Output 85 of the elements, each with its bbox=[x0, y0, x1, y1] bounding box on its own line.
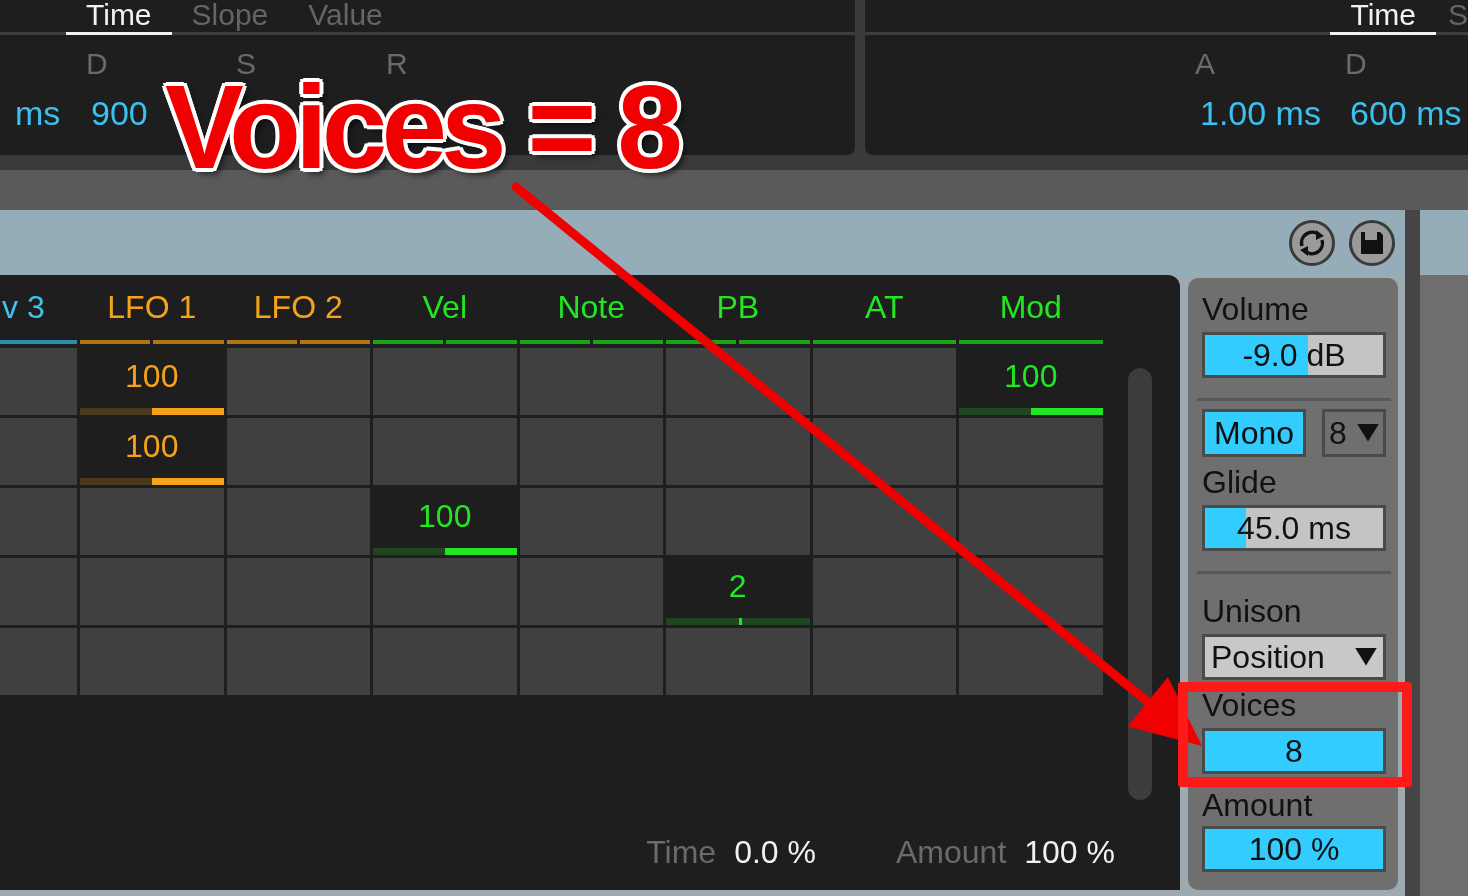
parameter-label: R bbox=[386, 47, 408, 80]
column-header: LFO 2 bbox=[253, 288, 343, 327]
slider-track[interactable] bbox=[959, 408, 1103, 415]
slider-track[interactable] bbox=[80, 408, 224, 415]
matrix-cell[interactable] bbox=[959, 558, 1103, 625]
column-header: LFO 1 bbox=[107, 288, 197, 327]
envelope-tab[interactable]: Time bbox=[66, 0, 172, 35]
parameter-value[interactable]: 900 bbox=[91, 95, 148, 131]
matrix-cell[interactable] bbox=[373, 348, 517, 415]
matrix-cell[interactable] bbox=[959, 628, 1103, 695]
parameter-label: D bbox=[1345, 47, 1367, 80]
matrix-cell[interactable] bbox=[0, 348, 77, 415]
matrix-cell[interactable] bbox=[519, 628, 663, 695]
matrix-cell[interactable] bbox=[812, 488, 956, 555]
device-header-bar bbox=[1420, 210, 1468, 275]
matrix-cell[interactable] bbox=[519, 418, 663, 485]
matrix-cell[interactable] bbox=[812, 558, 956, 625]
modulation-amount: 100 bbox=[125, 357, 179, 396]
matrix-cell[interactable] bbox=[226, 628, 370, 695]
modulation-amount: 100 bbox=[1004, 357, 1058, 396]
parameter-label: Amount bbox=[1202, 788, 1313, 822]
slider-track[interactable] bbox=[666, 618, 810, 625]
matrix-cell[interactable] bbox=[226, 418, 370, 485]
parameter-label: D bbox=[86, 47, 108, 80]
matrix-cell[interactable] bbox=[519, 348, 663, 415]
matrix-cell[interactable] bbox=[812, 348, 956, 415]
voices-slider[interactable]: 8 bbox=[1202, 728, 1386, 774]
parameter-value[interactable]: 600 ms bbox=[1350, 95, 1462, 131]
column-header: Mod bbox=[999, 288, 1062, 327]
parameter-label: A bbox=[1195, 47, 1215, 80]
matrix-cell[interactable] bbox=[812, 628, 956, 695]
column-header: Vel bbox=[422, 288, 467, 327]
matrix-cell[interactable] bbox=[666, 348, 810, 415]
matrix-cell[interactable] bbox=[666, 628, 810, 695]
parameter-label: Glide bbox=[1202, 465, 1277, 499]
matrix-cell[interactable] bbox=[226, 348, 370, 415]
modulation-amount: 2 bbox=[728, 567, 747, 606]
parameter-value[interactable]: 100 % bbox=[1024, 832, 1115, 872]
mono-toggle[interactable]: Mono bbox=[1202, 409, 1306, 457]
parameter-label: Volume bbox=[1202, 292, 1309, 326]
column-header: AT bbox=[865, 288, 904, 327]
matrix-cell[interactable] bbox=[226, 488, 370, 555]
parameter-label: Unison bbox=[1202, 594, 1302, 628]
matrix-cell[interactable] bbox=[0, 558, 77, 625]
slider-track[interactable] bbox=[80, 478, 224, 485]
caret-icon bbox=[1355, 648, 1377, 666]
column-header: v 3 bbox=[1, 288, 45, 327]
matrix-cell[interactable] bbox=[519, 558, 663, 625]
modulation-amount: 100 bbox=[418, 497, 472, 536]
unison-mode-dropdown[interactable]: Position bbox=[1202, 634, 1386, 680]
column-header: Note bbox=[557, 288, 626, 327]
matrix-cell[interactable] bbox=[226, 558, 370, 625]
matrix-cell[interactable] bbox=[373, 558, 517, 625]
voice-count-dropdown[interactable]: 8 bbox=[1322, 409, 1386, 457]
slider-track[interactable] bbox=[373, 548, 517, 555]
matrix-cell[interactable] bbox=[80, 628, 224, 695]
matrix-cell[interactable] bbox=[0, 488, 77, 555]
matrix-cell[interactable] bbox=[373, 418, 517, 485]
envelope-tab[interactable]: Time bbox=[1330, 0, 1436, 35]
parameter-value[interactable]: 1.00 ms bbox=[1200, 95, 1321, 131]
matrix-cell[interactable] bbox=[812, 418, 956, 485]
matrix-cell[interactable] bbox=[80, 558, 224, 625]
parameter-label: Voices bbox=[1202, 688, 1297, 722]
amount-slider[interactable]: 100 % bbox=[1202, 826, 1386, 872]
matrix-cell[interactable] bbox=[959, 488, 1103, 555]
matrix-cell[interactable] bbox=[0, 628, 77, 695]
column-header: PB bbox=[716, 288, 760, 327]
matrix-cell[interactable] bbox=[666, 488, 810, 555]
caret-icon bbox=[1357, 424, 1379, 442]
parameter-label: S bbox=[236, 47, 256, 80]
refresh-icon[interactable] bbox=[1289, 219, 1335, 266]
matrix-cell[interactable] bbox=[666, 418, 810, 485]
scrollbar-thumb[interactable] bbox=[1127, 368, 1152, 800]
volume-slider[interactable]: -9.0 dB bbox=[1202, 332, 1386, 378]
modulation-amount: 100 bbox=[125, 427, 179, 466]
parameter-label: Time bbox=[646, 833, 717, 872]
matrix-cell[interactable] bbox=[0, 418, 77, 485]
save-icon[interactable] bbox=[1349, 219, 1395, 266]
parameter-value[interactable]: 0.0 % bbox=[734, 832, 816, 872]
matrix-cell[interactable] bbox=[373, 628, 517, 695]
matrix-cell[interactable] bbox=[80, 488, 224, 555]
matrix-cell[interactable] bbox=[959, 418, 1103, 485]
parameter-value[interactable]: ms bbox=[15, 95, 61, 131]
matrix-cell[interactable] bbox=[519, 488, 663, 555]
parameter-label: Amount bbox=[896, 833, 1007, 872]
